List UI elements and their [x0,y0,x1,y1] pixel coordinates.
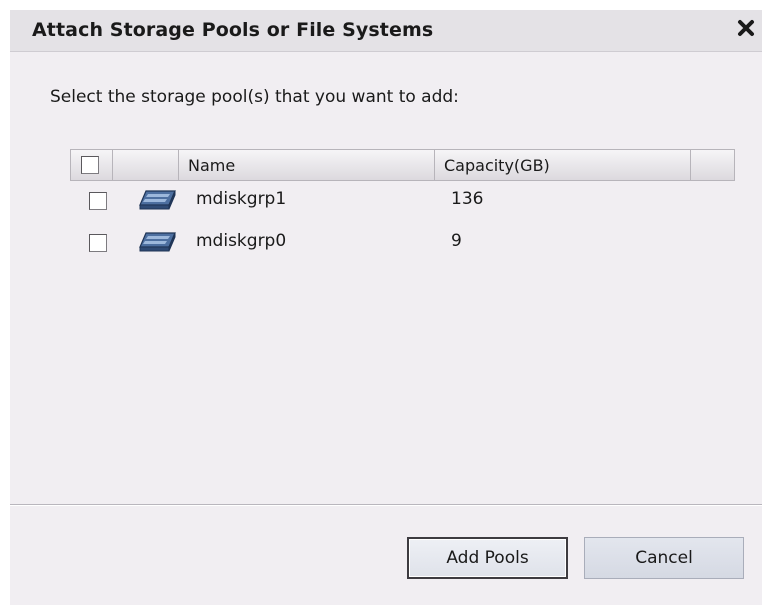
table-row[interactable]: mdiskgrp1 136 [70,180,735,220]
dialog-title-bar: Attach Storage Pools or File Systems [10,10,762,52]
header-name-column[interactable]: Name [179,150,435,180]
pool-name: mdiskgrp1 [196,189,287,209]
header-icon-cell [113,150,179,180]
header-checkbox-cell [71,150,113,180]
pool-capacity: 9 [451,231,462,251]
select-all-checkbox[interactable] [81,156,99,174]
pool-capacity: 136 [451,189,484,209]
pool-name: mdiskgrp0 [196,231,287,251]
header-capacity-column[interactable]: Capacity(GB) [435,150,691,180]
header-extra-cell [691,150,734,180]
attach-storage-dialog: Attach Storage Pools or File Systems Sel… [10,10,762,605]
dialog-title: Attach Storage Pools or File Systems [32,19,434,41]
cancel-button[interactable]: Cancel [584,537,744,579]
storage-pool-icon [139,190,176,210]
row-checkbox[interactable] [89,234,107,252]
close-icon[interactable] [736,18,756,38]
add-pools-button[interactable]: Add Pools [407,537,568,579]
storage-pool-icon [139,232,176,252]
instruction-text: Select the storage pool(s) that you want… [50,87,459,107]
footer-divider [10,504,762,506]
table-header: Name Capacity(GB) [70,149,735,181]
table-row[interactable]: mdiskgrp0 9 [70,222,735,262]
header-name-label: Name [188,156,236,175]
header-capacity-label: Capacity(GB) [444,156,550,175]
row-checkbox[interactable] [89,192,107,210]
